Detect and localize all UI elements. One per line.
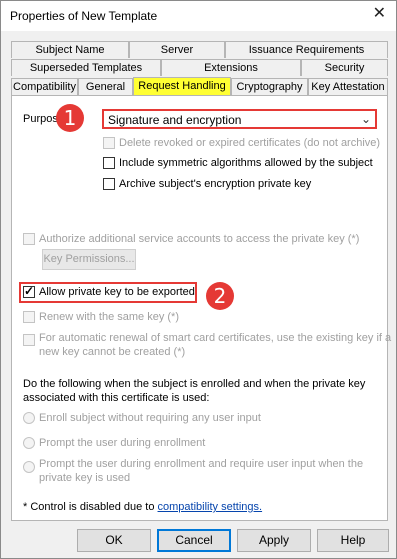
prompt-require-input-radio[interactable] xyxy=(23,461,35,473)
tab-security[interactable]: Security xyxy=(301,59,388,76)
include-symmetric-label: Include symmetric algorithms allowed by … xyxy=(119,157,373,169)
window-title: Properties of New Template xyxy=(10,9,158,23)
allow-export-label: Allow private key to be exported xyxy=(39,286,195,298)
allow-export-checkbox[interactable] xyxy=(23,284,35,298)
tab-server[interactable]: Server xyxy=(129,41,225,58)
tab-issuance-requirements[interactable]: Issuance Requirements xyxy=(225,41,388,58)
authorize-accounts-label: Authorize additional service accounts to… xyxy=(39,233,360,245)
smart-card-renewal-checkbox[interactable] xyxy=(23,334,35,346)
smart-card-renewal-label-1: For automatic renewal of smart card cert… xyxy=(39,332,392,344)
chevron-down-icon: ⌄ xyxy=(360,112,371,126)
prompt-user-label: Prompt the user during enrollment xyxy=(39,437,206,449)
tab-subject-name[interactable]: Subject Name xyxy=(11,41,129,58)
smart-card-renewal-label-2: new key cannot be created (*) xyxy=(39,346,186,358)
cancel-button[interactable]: Cancel xyxy=(157,529,231,552)
tab-request-handling[interactable]: Request Handling xyxy=(133,77,231,96)
key-permissions-button[interactable]: Key Permissions... xyxy=(42,249,136,270)
enroll-no-input-radio[interactable] xyxy=(23,412,35,424)
title-bar: Properties of New Template ✕ xyxy=(1,1,396,31)
ok-button[interactable]: OK xyxy=(77,529,151,552)
enroll-intro-2: associated with this certificate is used… xyxy=(23,392,210,404)
prompt-require-input-label-1: Prompt the user during enrollment and re… xyxy=(39,458,364,470)
purpose-value: Signature and encryption xyxy=(108,113,242,127)
enroll-no-input-label: Enroll subject without requiring any use… xyxy=(39,412,261,424)
help-button[interactable]: Help xyxy=(317,529,389,552)
prompt-require-input-label-2: private key is used xyxy=(39,472,131,484)
purpose-dropdown[interactable]: Signature and encryption ⌄ xyxy=(102,109,377,129)
tab-key-attestation[interactable]: Key Attestation xyxy=(308,78,388,95)
renew-same-key-label: Renew with the same key (*) xyxy=(39,311,179,323)
tab-general[interactable]: General xyxy=(78,78,133,95)
properties-dialog: Properties of New Template ✕ Subject Nam… xyxy=(0,0,397,559)
prompt-user-radio[interactable] xyxy=(23,437,35,449)
footnote: * Control is disabled due to compatibili… xyxy=(23,501,262,513)
archive-key-label: Archive subject's encryption private key xyxy=(119,178,312,190)
tab-compatibility[interactable]: Compatibility xyxy=(11,78,78,95)
delete-revoked-checkbox[interactable] xyxy=(103,137,115,149)
compatibility-settings-link[interactable]: compatibility settings. xyxy=(158,501,263,513)
tab-superseded-templates[interactable]: Superseded Templates xyxy=(11,59,161,76)
apply-button[interactable]: Apply xyxy=(237,529,311,552)
renew-same-key-checkbox[interactable] xyxy=(23,311,35,323)
footnote-text: * Control is disabled due to xyxy=(23,501,158,513)
enroll-intro-1: Do the following when the subject is enr… xyxy=(23,378,366,390)
authorize-accounts-checkbox[interactable] xyxy=(23,233,35,245)
close-icon[interactable]: ✕ xyxy=(373,6,386,22)
tab-cryptography[interactable]: Cryptography xyxy=(231,78,308,95)
archive-key-checkbox[interactable] xyxy=(103,178,115,190)
include-symmetric-checkbox[interactable] xyxy=(103,157,115,169)
step-1-badge: 1 xyxy=(56,104,84,132)
step-2-badge: 2 xyxy=(206,282,234,310)
delete-revoked-label: Delete revoked or expired certificates (… xyxy=(119,137,381,149)
tab-extensions[interactable]: Extensions xyxy=(161,59,301,76)
